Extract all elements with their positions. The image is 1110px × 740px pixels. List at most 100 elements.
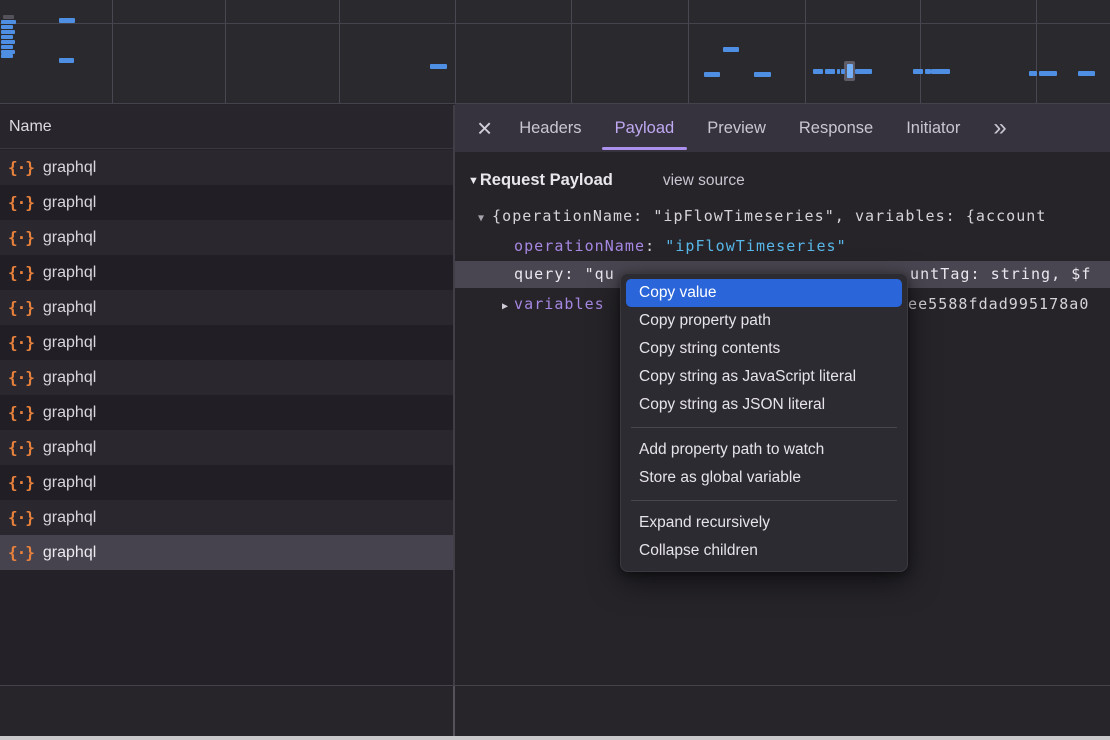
waterfall-bar xyxy=(723,47,739,52)
close-icon[interactable]: × xyxy=(477,115,492,141)
waterfall-bar xyxy=(847,64,853,78)
request-row[interactable]: {·} graphql xyxy=(0,325,453,360)
menu-item-collapse-children[interactable]: Collapse children xyxy=(626,537,902,565)
json-braces-icon: {·} xyxy=(8,370,34,386)
menu-item-copy-property-path[interactable]: Copy property path xyxy=(626,307,902,335)
request-name-label: graphql xyxy=(43,159,96,177)
request-row[interactable]: {·} graphql xyxy=(0,150,453,185)
request-row[interactable]: {·}graphql xyxy=(0,395,453,430)
waterfall-bar xyxy=(1039,71,1057,76)
overview-gridline xyxy=(455,0,456,103)
tab-response[interactable]: Response xyxy=(799,104,873,152)
request-name-label: graphql xyxy=(43,334,96,352)
window-bottom-edge xyxy=(0,736,1110,740)
request-payload-title[interactable]: ▼Request Payload xyxy=(468,171,613,189)
payload-operation-row[interactable]: operationName: "ipFlowTimeseries" xyxy=(455,232,1110,260)
expand-triangle-icon[interactable]: ▼ xyxy=(478,213,484,224)
waterfall-bar xyxy=(913,69,923,74)
variables-fragment-right: ee5588fdad995178a0 xyxy=(908,290,1089,318)
waterfall-bar xyxy=(837,69,840,74)
menu-item-copy-string-as-json-literal[interactable]: Copy string as JSON literal xyxy=(626,391,902,419)
waterfall-bar xyxy=(59,18,75,23)
json-braces-icon: {·} xyxy=(8,545,34,561)
menu-item-store-as-global-variable[interactable]: Store as global variable xyxy=(626,464,902,492)
menu-separator xyxy=(631,500,897,501)
more-tabs-icon[interactable]: » xyxy=(993,116,1006,140)
overview-gridline xyxy=(112,0,113,103)
menu-item-add-property-path-to-watch[interactable]: Add property path to watch xyxy=(626,436,902,464)
waterfall-bar xyxy=(1,54,13,58)
view-source-link[interactable]: view source xyxy=(663,172,745,189)
waterfall-bar xyxy=(825,69,835,74)
tab-preview[interactable]: Preview xyxy=(707,104,766,152)
json-braces-icon: {·} xyxy=(8,230,34,246)
waterfall-bar xyxy=(813,69,823,74)
request-name-label: graphql xyxy=(43,404,96,422)
request-row[interactable]: {·}graphql xyxy=(0,535,453,570)
menu-item-copy-string-contents[interactable]: Copy string contents xyxy=(626,335,902,363)
request-name-label: graphql xyxy=(43,509,96,527)
request-row[interactable]: {·}graphql xyxy=(0,465,453,500)
key-separator: : xyxy=(645,237,665,255)
payload-root-row[interactable]: ▼ {operationName: "ipFlowTimeseries", var… xyxy=(455,202,1110,230)
json-braces-icon: {·} xyxy=(8,335,34,351)
request-name-label: graphql xyxy=(43,299,96,317)
query-fragment-left: query: "qu xyxy=(514,265,615,283)
waterfall-bar xyxy=(3,15,14,19)
request-name-label: graphql xyxy=(43,194,96,212)
json-braces-icon: {·} xyxy=(8,475,34,491)
request-name-label: graphql xyxy=(43,369,96,387)
collapse-triangle-icon[interactable]: ▼ xyxy=(468,175,479,187)
column-header-name[interactable]: Name xyxy=(0,105,453,149)
request-row[interactable]: {·} graphql xyxy=(0,290,453,325)
waterfall-bar xyxy=(931,69,950,74)
overview-gridline xyxy=(688,0,689,103)
network-overview-graph[interactable] xyxy=(0,0,1110,104)
request-name-label: graphql xyxy=(43,439,96,457)
json-braces-icon: {·} xyxy=(8,440,34,456)
tab-headers[interactable]: Headers xyxy=(519,104,581,152)
expand-triangle-icon[interactable]: ▶ xyxy=(502,301,508,312)
request-row[interactable]: {·}graphql xyxy=(0,255,453,290)
overview-gridline xyxy=(920,0,921,103)
menu-item-copy-string-as-javascript-literal[interactable]: Copy string as JavaScript literal xyxy=(626,363,902,391)
request-name-label: graphql xyxy=(43,229,96,247)
property-key: operationName xyxy=(514,237,645,255)
request-row[interactable]: {·} graphql xyxy=(0,220,453,255)
waterfall-bar xyxy=(855,69,872,74)
overview-gridline xyxy=(225,0,226,103)
menu-item-copy-value[interactable]: Copy value xyxy=(626,279,902,307)
waterfall-bar xyxy=(754,72,771,77)
query-fragment-right: untTag: string, $f xyxy=(910,261,1091,288)
waterfall-bar xyxy=(841,69,845,74)
tab-payload[interactable]: Payload xyxy=(615,104,675,152)
request-payload-section: ▼Request Payload view source xyxy=(455,166,1110,194)
waterfall-bar xyxy=(1,20,16,24)
waterfall-bar xyxy=(1,40,15,44)
overview-gridline xyxy=(571,0,572,103)
menu-item-expand-recursively[interactable]: Expand recursively xyxy=(626,509,902,537)
payload-root-preview: {operationName: "ipFlowTimeseries", vari… xyxy=(492,207,1046,225)
waterfall-bar xyxy=(1,30,15,34)
json-braces-icon: {·} xyxy=(8,195,34,211)
waterfall-bar xyxy=(704,72,720,77)
context-menu: Copy valueCopy property pathCopy string … xyxy=(620,273,908,572)
menu-separator xyxy=(631,427,897,428)
request-name-label: graphql xyxy=(43,264,96,282)
request-row[interactable]: {·}graphql xyxy=(0,500,453,535)
footer-panel-divider xyxy=(453,686,455,736)
waterfall-bar xyxy=(1078,71,1095,76)
request-row[interactable]: {·} graphql xyxy=(0,430,453,465)
waterfall-bar xyxy=(1,45,13,49)
waterfall-bar xyxy=(1029,71,1037,76)
overview-gridline xyxy=(805,0,806,103)
json-braces-icon: {·} xyxy=(8,160,34,176)
request-row[interactable]: {·} graphql xyxy=(0,185,453,220)
column-header-label: Name xyxy=(9,118,52,136)
waterfall-bar xyxy=(59,58,74,63)
tab-initiator[interactable]: Initiator xyxy=(906,104,960,152)
overview-lane-divider xyxy=(0,23,1110,24)
request-row[interactable]: {·} graphql xyxy=(0,360,453,395)
json-braces-icon: {·} xyxy=(8,300,34,316)
property-key: variables xyxy=(514,295,605,313)
